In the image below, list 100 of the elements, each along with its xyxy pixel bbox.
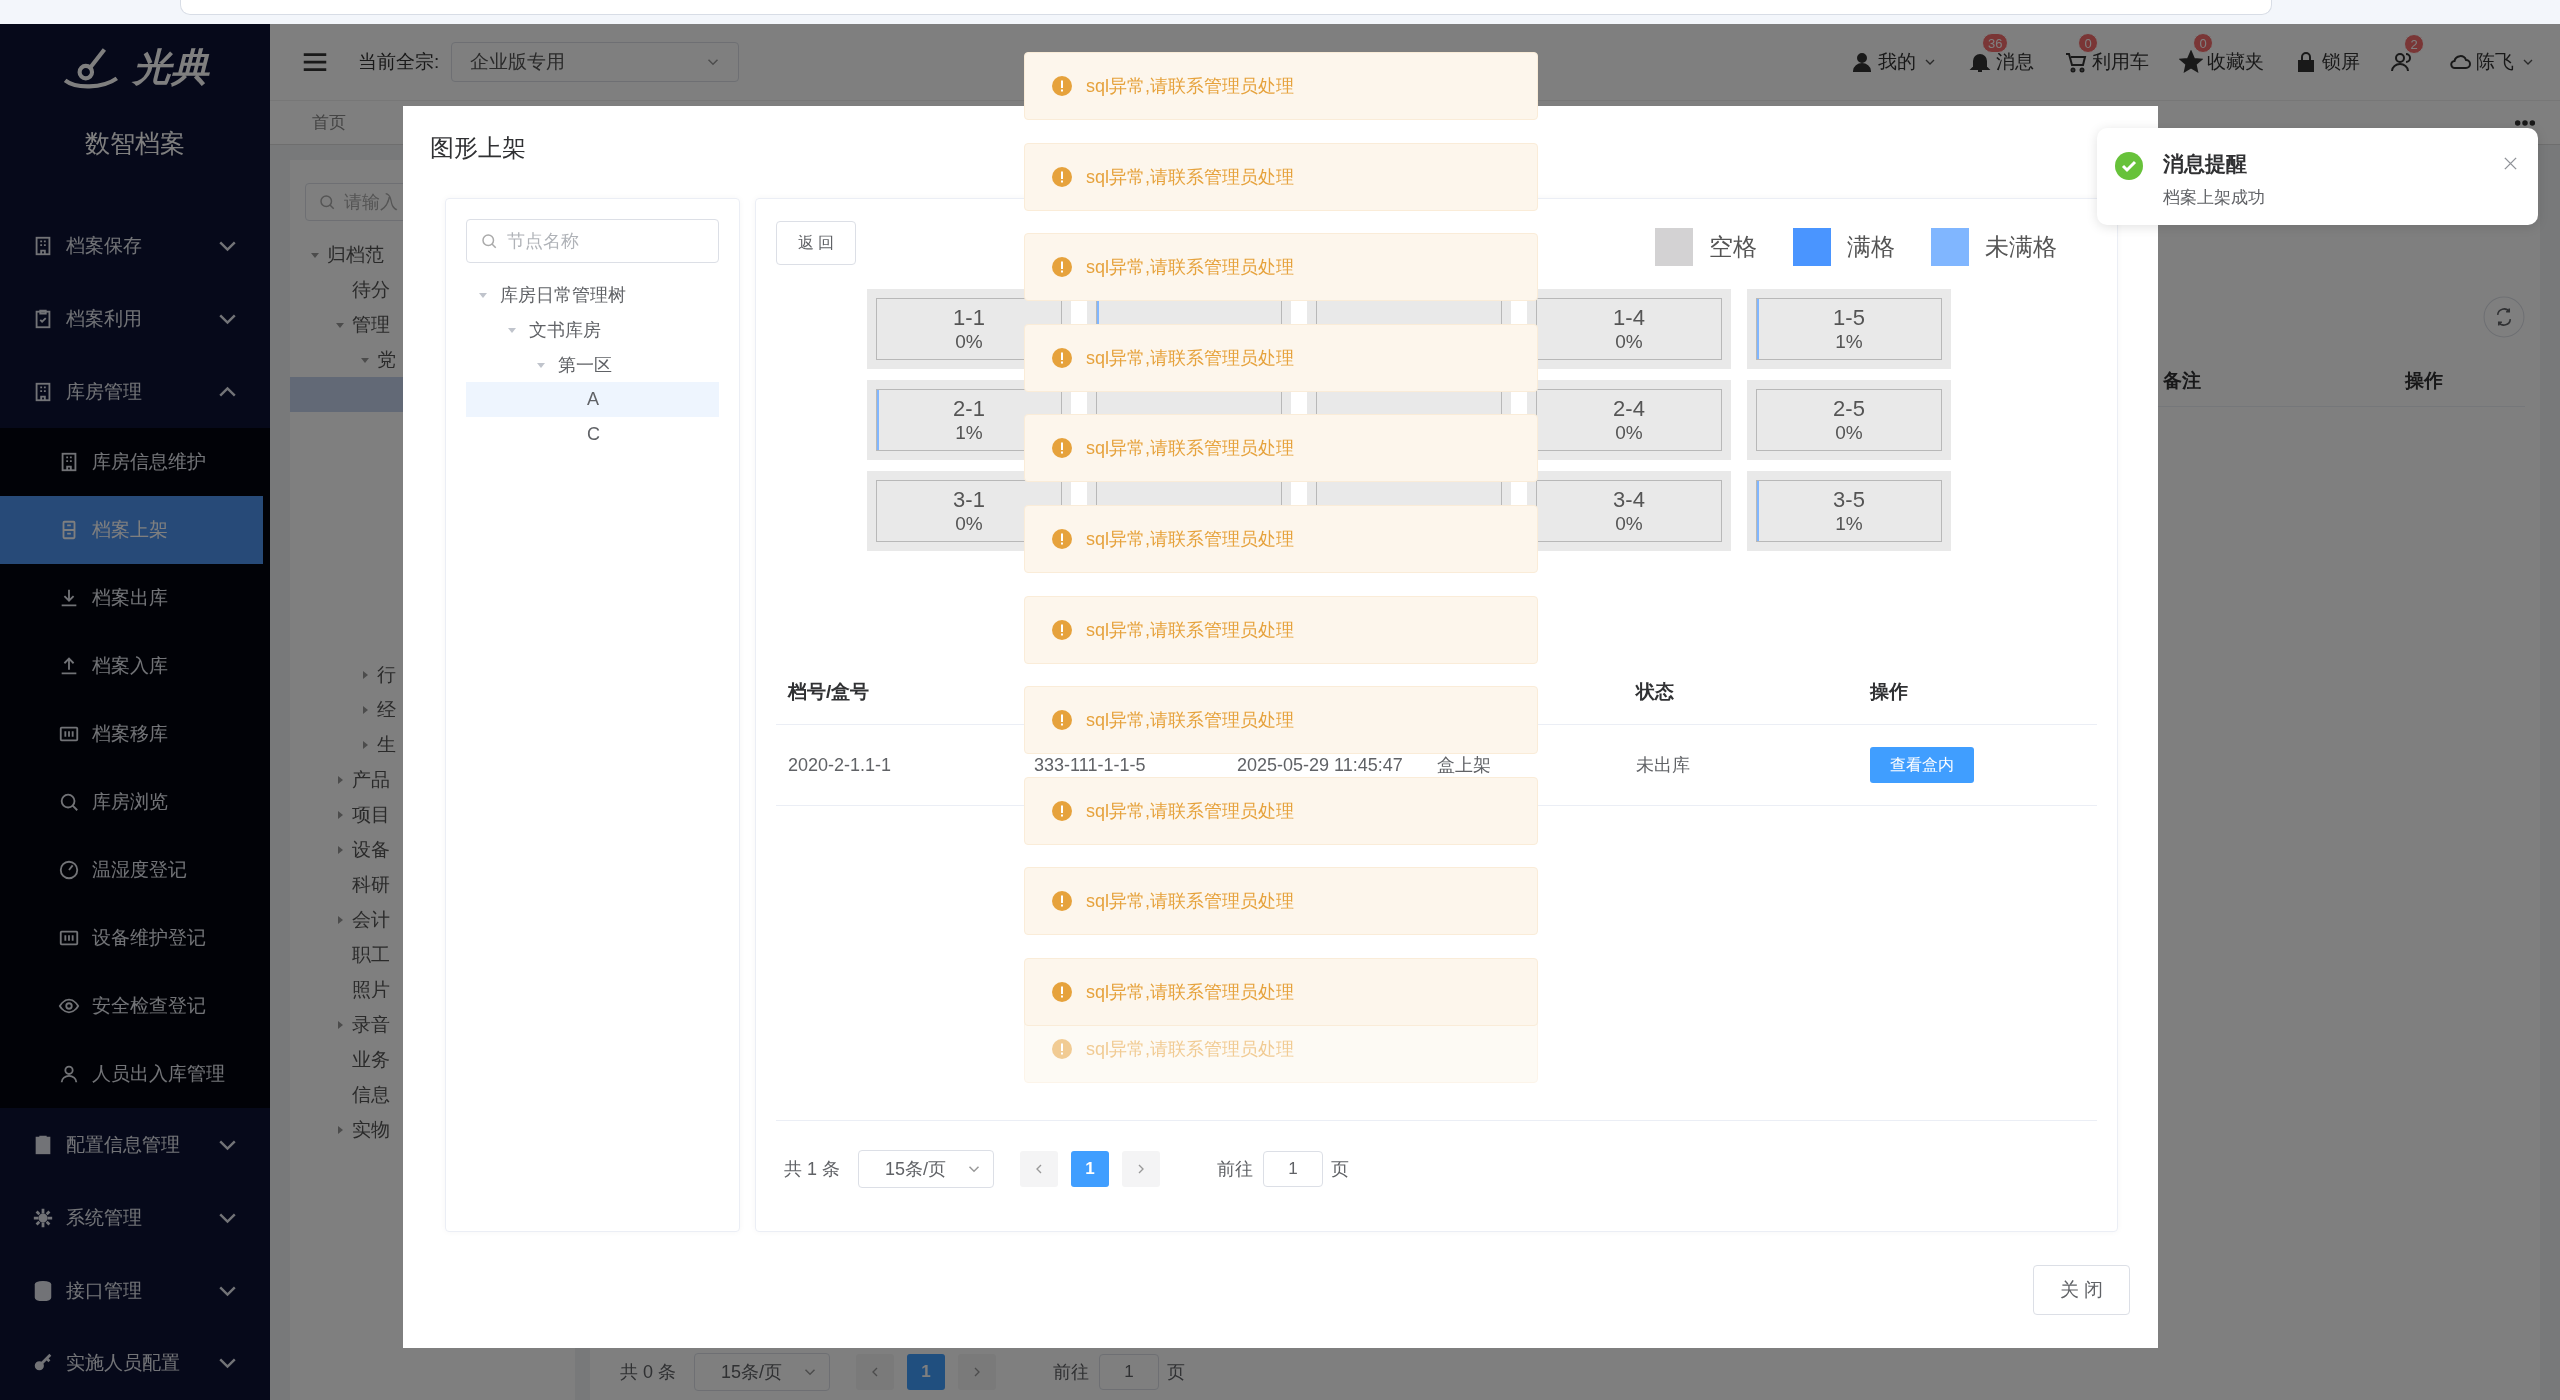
page-number[interactable]: 1 bbox=[1071, 1151, 1109, 1187]
tree-item[interactable]: 经 bbox=[377, 696, 396, 723]
shelf-cell[interactable]: 1-4 0% bbox=[1527, 289, 1731, 369]
header-action[interactable]: 锁屏 bbox=[2294, 33, 2364, 75]
address-bar[interactable] bbox=[180, 0, 2272, 15]
menu-item[interactable]: 档案利用 bbox=[0, 282, 270, 356]
caret-right-icon[interactable] bbox=[335, 844, 345, 855]
warning-icon bbox=[1052, 891, 1072, 912]
users-icon bbox=[2390, 50, 2414, 74]
tree-item[interactable]: 会计 bbox=[352, 906, 390, 933]
page-input[interactable]: 1 bbox=[1099, 1354, 1159, 1390]
header-action[interactable]: 0 收藏夹 bbox=[2179, 33, 2268, 75]
shelf-cell[interactable]: 3-4 0% bbox=[1527, 471, 1731, 551]
caret-right-icon[interactable] bbox=[335, 1124, 345, 1135]
header-action[interactable]: 36 消息 bbox=[1968, 33, 2038, 75]
tree-item[interactable]: A bbox=[466, 382, 719, 417]
page-suffix: 页 bbox=[1331, 1158, 1349, 1181]
submenu-item[interactable]: 库房浏览 bbox=[0, 768, 270, 837]
header-action[interactable]: 我的 bbox=[1850, 33, 1942, 75]
menu-item[interactable]: 系统管理 bbox=[0, 1181, 270, 1255]
header-action[interactable]: 陈飞 bbox=[2448, 33, 2540, 75]
search-field[interactable]: 节点名称 bbox=[466, 219, 719, 263]
submenu-item[interactable]: 安全检查登记 bbox=[0, 972, 270, 1041]
tree-item[interactable]: 科研 bbox=[352, 871, 390, 898]
tree-item[interactable]: 党 bbox=[377, 346, 396, 373]
caret-right-icon[interactable] bbox=[360, 739, 370, 750]
submenu-item[interactable]: 档案移库 bbox=[0, 700, 270, 769]
page-size-select[interactable]: 15条/页 bbox=[694, 1353, 830, 1391]
tree-item[interactable]: 业务 bbox=[352, 1046, 390, 1073]
tree-item[interactable]: 产品 bbox=[352, 766, 390, 793]
tree-item[interactable]: 生 bbox=[377, 731, 396, 758]
tree-item[interactable]: 库房日常管理树 bbox=[466, 277, 719, 312]
close-button[interactable]: 关 闭 bbox=[2033, 1265, 2130, 1315]
menu-item[interactable]: 接口管理 bbox=[0, 1254, 270, 1327]
submenu-item[interactable]: 档案入库 bbox=[0, 632, 270, 701]
menu-item[interactable]: 档案保存 bbox=[0, 209, 270, 283]
tree-item[interactable]: 第一区 bbox=[466, 347, 719, 382]
goto-label: 前往 bbox=[1217, 1158, 1253, 1181]
tree-item[interactable]: 设备 bbox=[352, 836, 390, 863]
header-action[interactable]: 2 bbox=[2390, 34, 2422, 74]
cart-icon bbox=[2064, 50, 2088, 74]
tree-item[interactable]: 行 bbox=[377, 661, 396, 688]
tree-item[interactable]: 信息 bbox=[352, 1081, 390, 1108]
back-button[interactable]: 返 回 bbox=[776, 221, 856, 265]
search-icon bbox=[58, 791, 80, 814]
shelf-cell[interactable]: 2-4 0% bbox=[1527, 380, 1731, 460]
menu-item[interactable]: 配置信息管理 bbox=[0, 1108, 270, 1182]
page-input[interactable]: 1 bbox=[1263, 1151, 1323, 1187]
cell-label: 1-1 bbox=[953, 305, 985, 331]
cell-label: 3-4 bbox=[1613, 487, 1645, 513]
submenu-item[interactable]: 设备维护登记 bbox=[0, 904, 270, 973]
submenu-item[interactable]: 档案出库 bbox=[0, 564, 270, 633]
view-box-button[interactable]: 查看盒内 bbox=[1870, 747, 1974, 783]
search-icon bbox=[480, 232, 498, 250]
close-icon[interactable] bbox=[2503, 156, 2518, 171]
tree-item[interactable]: 照片 bbox=[352, 976, 390, 1003]
page-size-select[interactable]: 15条/页 bbox=[858, 1150, 994, 1188]
tree-item[interactable]: 文书库房 bbox=[466, 312, 719, 347]
caret-right-icon[interactable] bbox=[335, 809, 345, 820]
submenu-item[interactable]: 库房信息维护 bbox=[0, 428, 270, 497]
submenu-item[interactable]: 人员出入库管理 bbox=[0, 1040, 270, 1109]
app-title: 数智档案 bbox=[85, 128, 185, 159]
warning-icon bbox=[1052, 982, 1072, 1002]
shelf-cell[interactable]: 3-5 1% bbox=[1747, 471, 1951, 551]
warning-icon bbox=[1052, 76, 1072, 96]
shelf-cell[interactable]: 1-5 1% bbox=[1747, 289, 1951, 369]
menu-item[interactable]: 实施人员配置 bbox=[0, 1327, 270, 1400]
header-action[interactable]: 0 利用车 bbox=[2064, 33, 2153, 75]
tree-item[interactable]: 录音 bbox=[352, 1011, 390, 1038]
tree-item[interactable]: 待分 bbox=[352, 276, 390, 303]
tree-item[interactable]: 职工 bbox=[352, 941, 390, 968]
fonds-label: 当前全宗: bbox=[358, 50, 440, 74]
shelf-cell[interactable]: 2-5 0% bbox=[1747, 380, 1951, 460]
tree-item[interactable]: C bbox=[466, 417, 719, 452]
tree-item[interactable]: 实物 bbox=[352, 1116, 390, 1143]
caret-right-icon[interactable] bbox=[335, 914, 345, 925]
cell-percent: 0% bbox=[1615, 513, 1643, 535]
submenu-item[interactable]: 档案上架 bbox=[0, 496, 263, 565]
tree-item[interactable]: 项目 bbox=[352, 801, 390, 828]
count-badge: 0 bbox=[2078, 33, 2098, 53]
dialog-title: 图形上架 bbox=[430, 133, 526, 163]
caret-right-icon[interactable] bbox=[335, 774, 345, 785]
submenu-item[interactable]: 温湿度登记 bbox=[0, 836, 270, 905]
tree-item[interactable]: 管理 bbox=[352, 311, 390, 338]
caret-right-icon[interactable] bbox=[335, 1019, 345, 1030]
caret-right-icon[interactable] bbox=[360, 704, 370, 715]
tree-item[interactable]: 归档范 bbox=[327, 241, 384, 268]
more-icon[interactable] bbox=[2514, 118, 2536, 127]
home-tab[interactable]: 首页 bbox=[312, 111, 346, 134]
warning-toast: sql异常,请联系管理员处理 bbox=[1024, 142, 1538, 211]
caret-right-icon[interactable] bbox=[360, 669, 370, 680]
warning-toast: sql异常,请联系管理员处理 bbox=[1024, 958, 1538, 1026]
total-count: 共 1 条 bbox=[784, 1158, 840, 1181]
person-filled-icon bbox=[1850, 50, 1874, 74]
legend-label: 未满格 bbox=[1985, 232, 2057, 262]
warning-toast: sql异常,请联系管理员处理 bbox=[1024, 867, 1538, 936]
warning-toast: sql异常,请联系管理员处理 bbox=[1024, 233, 1538, 302]
cell-percent: 0% bbox=[1615, 331, 1643, 353]
refresh-icon[interactable] bbox=[2483, 296, 2525, 338]
fonds-select[interactable]: 企业版专用 bbox=[451, 42, 740, 82]
